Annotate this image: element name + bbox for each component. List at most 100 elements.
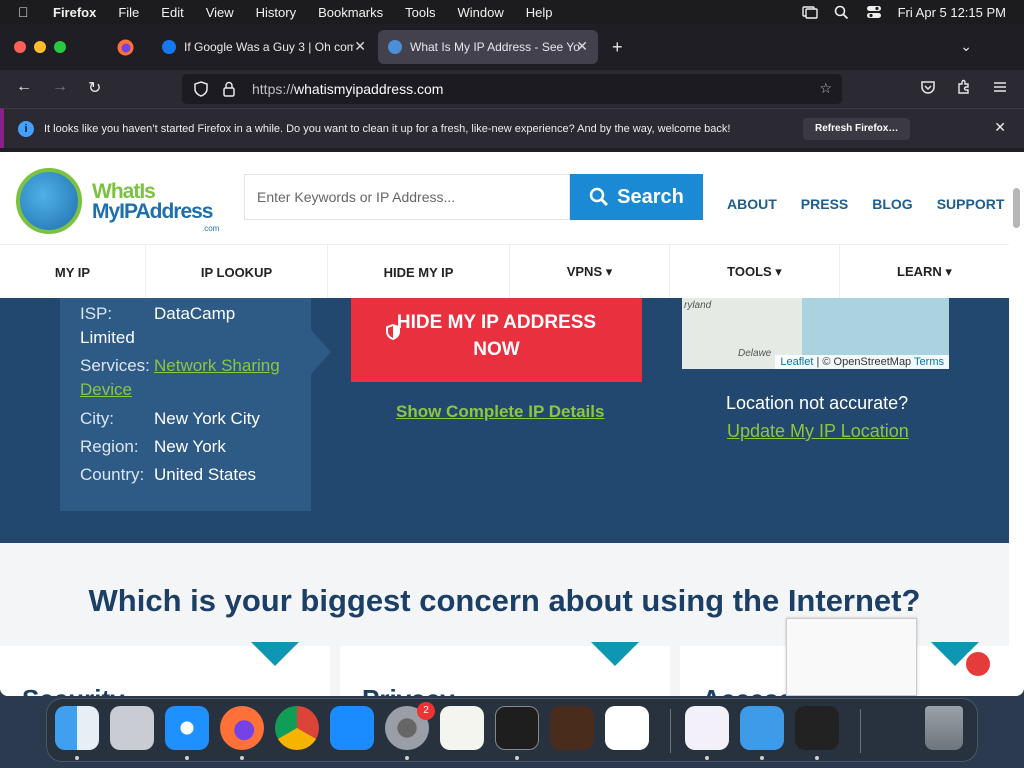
launchpad-icon[interactable] <box>110 706 154 750</box>
isp-continued: Limited <box>80 328 135 348</box>
menubar-clock[interactable]: Fri Apr 5 12:15 PM <box>898 5 1006 20</box>
tab-title: If Google Was a Guy 3 | Oh com <box>184 40 354 54</box>
link-support[interactable]: SUPPORT <box>937 196 1005 212</box>
lock-icon[interactable] <box>220 80 238 98</box>
hide-button-line2: NOW <box>473 339 520 360</box>
running-indicator <box>815 756 819 760</box>
refresh-firefox-button[interactable]: Refresh Firefox… <box>803 118 911 140</box>
close-tab-icon[interactable]: ✕ <box>354 38 366 55</box>
recaptcha-badge[interactable] <box>786 618 917 696</box>
spotlight-search-icon[interactable] <box>834 5 850 19</box>
location-map[interactable]: ryland Delawe Leaflet | © OpenStreetMap … <box>682 298 949 369</box>
city-value: New York City <box>154 409 260 428</box>
site-logo[interactable]: WhatIs MyIPAddress .com <box>16 168 226 238</box>
menu-edit[interactable]: Edit <box>161 5 183 20</box>
running-indicator <box>240 756 244 760</box>
nav-tools[interactable]: TOOLS ▾ <box>670 245 840 299</box>
show-complete-details-link[interactable]: Show Complete IP Details <box>396 402 604 422</box>
chrome-icon[interactable] <box>275 706 319 750</box>
running-indicator <box>75 756 79 760</box>
macos-menubar:  Firefox File Edit View History Bookmar… <box>0 0 1024 24</box>
back-icon[interactable]: ← <box>16 78 32 96</box>
search-button[interactable]: Search <box>570 174 703 220</box>
globe-icon <box>388 40 402 54</box>
tab-list-chevron-icon[interactable]: ⌄ <box>960 38 972 55</box>
link-blog[interactable]: BLOG <box>872 196 912 212</box>
garageband-icon[interactable] <box>550 706 594 750</box>
vscode-icon[interactable] <box>605 706 649 750</box>
extensions-icon[interactable] <box>956 79 972 95</box>
running-indicator <box>705 756 709 760</box>
ip-info-hero: ISP: DataCamp Limited Services: Network … <box>0 298 1009 543</box>
trash-icon[interactable] <box>925 706 963 750</box>
menu-tools[interactable]: Tools <box>405 5 435 20</box>
close-window-button[interactable] <box>14 41 26 53</box>
nav-learn[interactable]: LEARN ▾ <box>840 245 1009 299</box>
tracking-protection-shield-icon[interactable] <box>192 80 210 98</box>
firefox-view-icon[interactable] <box>117 39 134 56</box>
update-location-link[interactable]: Update My IP Location <box>727 421 909 442</box>
menu-window[interactable]: Window <box>458 5 504 20</box>
notification-bell-icon[interactable] <box>963 649 993 679</box>
close-tab-icon[interactable]: ✕ <box>576 38 588 55</box>
city-label: City: <box>80 409 114 428</box>
menu-help[interactable]: Help <box>526 5 553 20</box>
page-scrollbar[interactable] <box>1009 152 1024 696</box>
hide-my-ip-button[interactable]: HIDE MY IP ADDRESS NOW <box>351 298 642 382</box>
dock-separator <box>670 709 671 753</box>
close-notification-icon[interactable]: ✕ <box>994 119 1006 136</box>
app-store-icon[interactable] <box>330 706 374 750</box>
activity-monitor-icon[interactable] <box>795 706 839 750</box>
safari-icon[interactable] <box>165 706 209 750</box>
screen-mirroring-icon[interactable] <box>801 5 818 19</box>
nav-my-ip[interactable]: MY IP <box>0 245 146 299</box>
control-center-icon[interactable] <box>866 5 882 19</box>
bookmark-star-icon[interactable]: ☆ <box>819 80 832 97</box>
forward-icon[interactable]: → <box>52 78 68 96</box>
minimize-window-button[interactable] <box>34 41 46 53</box>
card-title: Privacy <box>362 684 455 696</box>
nav-ip-lookup[interactable]: IP LOOKUP <box>146 245 328 299</box>
nav-vpns[interactable]: VPNS ▾ <box>510 245 670 299</box>
services-link[interactable]: Network Sharing <box>154 356 280 376</box>
menu-app-name[interactable]: Firefox <box>53 5 96 20</box>
tab-whatismyip[interactable]: What Is My IP Address - See You ✕ <box>378 30 598 64</box>
hamburger-menu-icon[interactable] <box>992 79 1008 95</box>
services-link-continued[interactable]: Device <box>80 380 132 400</box>
weather-icon[interactable] <box>740 706 784 750</box>
navigation-toolbar: ← → ↻ https://whatismyipaddress.com ☆ <box>0 70 1024 108</box>
visual-studio-icon[interactable] <box>685 706 729 750</box>
scrollbar-thumb[interactable] <box>1013 188 1020 228</box>
nav-hide-my-ip[interactable]: HIDE MY IP <box>328 245 510 299</box>
link-about[interactable]: ABOUT <box>727 196 777 212</box>
textedit-icon[interactable] <box>440 706 484 750</box>
menu-file[interactable]: File <box>118 5 139 20</box>
leaflet-link[interactable]: Leaflet <box>780 356 813 368</box>
city-row: City: New York City <box>80 409 260 429</box>
menu-history[interactable]: History <box>256 5 296 20</box>
card-privacy[interactable]: Privacy <box>340 642 670 696</box>
search-input[interactable]: Enter Keywords or IP Address... <box>244 174 570 220</box>
new-tab-icon[interactable]: + <box>612 37 623 58</box>
services-label: Services: <box>80 356 150 375</box>
tab-facebook[interactable]: If Google Was a Guy 3 | Oh com ✕ <box>152 30 376 64</box>
pocket-icon[interactable] <box>920 79 936 95</box>
map-attribution: Leaflet | © OpenStreetMap Terms <box>775 355 949 369</box>
facebook-icon <box>162 40 176 54</box>
url-text[interactable]: https://whatismyipaddress.com <box>252 81 443 97</box>
terminal-icon[interactable] <box>495 706 539 750</box>
link-press[interactable]: PRESS <box>801 196 848 212</box>
region-row: Region: New York <box>80 437 226 457</box>
terms-link[interactable]: Terms <box>914 356 944 368</box>
url-bar[interactable]: https://whatismyipaddress.com ☆ <box>182 74 842 104</box>
menu-bookmarks[interactable]: Bookmarks <box>318 5 383 20</box>
apple-menu-icon[interactable]:  <box>18 4 38 20</box>
services-row: Services: Network Sharing <box>80 356 280 376</box>
region-label: Region: <box>80 437 139 456</box>
menu-view[interactable]: View <box>206 5 234 20</box>
zoom-window-button[interactable] <box>54 41 66 53</box>
firefox-icon[interactable] <box>220 706 264 750</box>
finder-icon[interactable] <box>55 706 99 750</box>
reload-icon[interactable]: ↻ <box>88 78 101 98</box>
card-security[interactable]: Security <box>0 642 330 696</box>
